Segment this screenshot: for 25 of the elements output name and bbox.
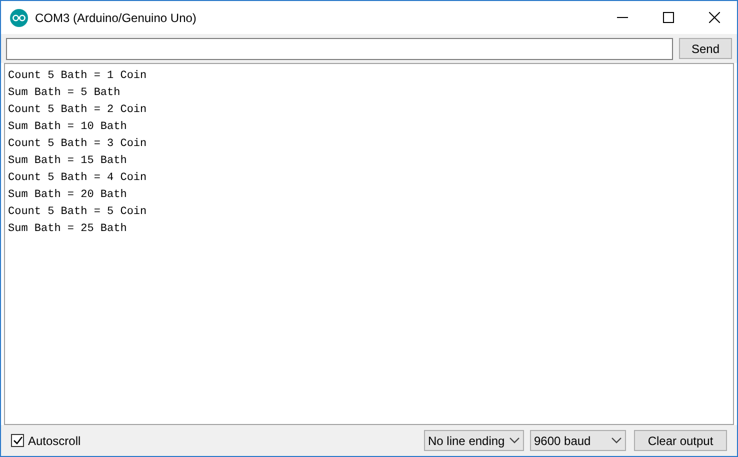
line-ending-dropdown[interactable]: No line ending [424, 430, 524, 451]
output-line: Sum Bath = 15 Bath [8, 154, 128, 169]
autoscroll-label: Autoscroll [28, 432, 81, 450]
chevron-down-icon [509, 437, 520, 444]
output-line: Sum Bath = 25 Bath [8, 222, 128, 237]
output-line: Count 5 Bath = 1 Coin [8, 69, 148, 84]
output-line: Sum Bath = 10 Bath [8, 120, 128, 135]
autoscroll-checkbox[interactable] [11, 434, 24, 447]
output-line: Count 5 Bath = 3 Coin [8, 137, 148, 152]
output-line: Sum Bath = 5 Bath [8, 86, 122, 101]
output-line: Sum Bath = 20 Bath [8, 188, 128, 203]
output-line: Count 5 Bath = 4 Coin [8, 171, 148, 186]
send-button[interactable]: Send [679, 38, 732, 59]
minimize-icon [616, 16, 628, 18]
close-icon [708, 12, 720, 23]
window-title: COM3 (Arduino/Genuino Uno) [35, 10, 196, 26]
output-line: Count 5 Bath = 5 Coin [8, 205, 148, 220]
checkmark-icon [12, 436, 22, 445]
maximize-icon [662, 12, 674, 23]
baud-rate-dropdown[interactable]: 9600 baud [530, 430, 626, 451]
app-logo-icon [10, 8, 28, 26]
clear-output-button[interactable]: Clear output [634, 430, 727, 451]
chevron-down-icon [611, 437, 622, 444]
output-line: Count 5 Bath = 2 Coin [8, 103, 148, 118]
message-input[interactable] [6, 38, 673, 60]
